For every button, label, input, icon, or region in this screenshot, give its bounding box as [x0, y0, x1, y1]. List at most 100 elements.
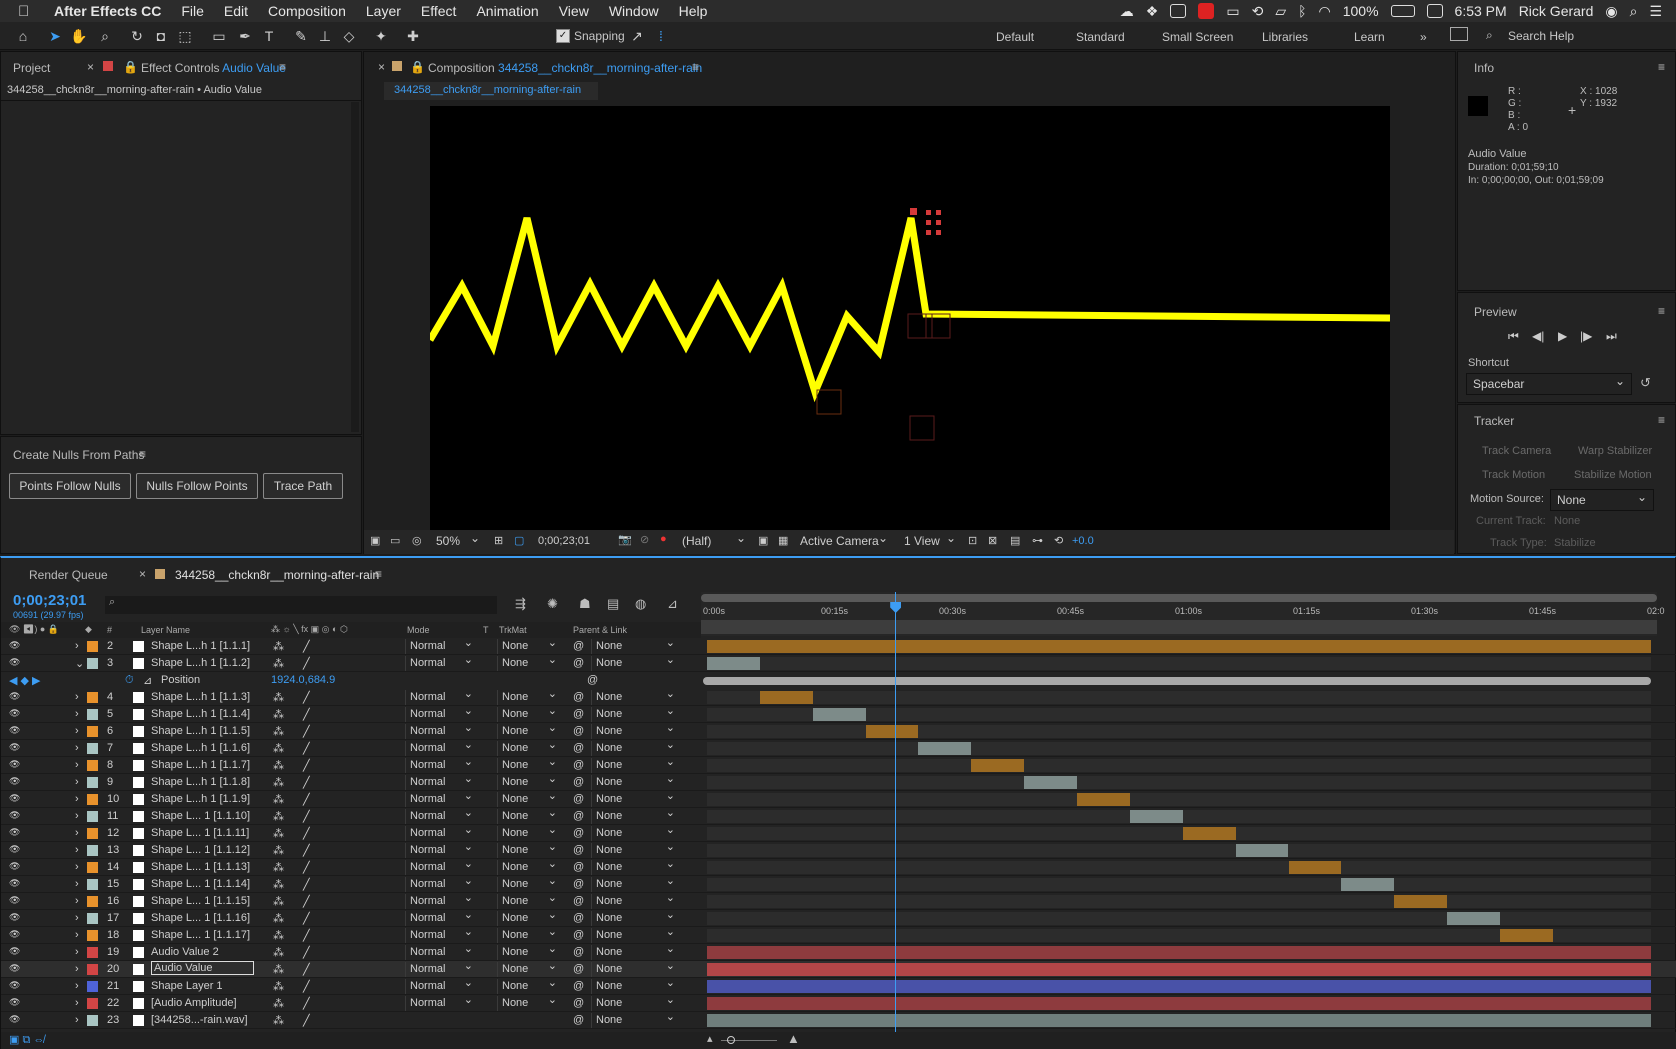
mode-select[interactable]: Normal — [405, 772, 477, 790]
first-frame-icon[interactable]: ⏮ — [1508, 329, 1519, 344]
expand-twirl-icon[interactable]: › — [75, 640, 79, 652]
expand-twirl-icon[interactable]: › — [75, 742, 79, 754]
av-features-icon[interactable]: 👁 ◀) ● 🔒 — [9, 624, 59, 635]
label-color[interactable] — [87, 964, 98, 975]
table-row[interactable]: 👁 › 22 [Audio Amplitude] ⁂ ╱ Normal None @ None — [1, 993, 1676, 1012]
panel-menu-icon[interactable]: ≡ — [375, 567, 382, 581]
pan-behind-tool-icon[interactable]: ⬚ — [176, 27, 194, 45]
trkmat-select[interactable]: None — [497, 687, 561, 705]
time-ruler[interactable]: 0:00s 00:15s 00:30s 00:45s 01:00s 01:15s 01:30… — [701, 592, 1665, 636]
home-icon[interactable]: ⌂ — [14, 27, 32, 45]
quality-switch-icon[interactable]: ╱ — [303, 759, 310, 772]
layer-name[interactable]: Shape Layer 1 — [151, 980, 223, 992]
shy-switch-icon[interactable]: ⁂ — [273, 742, 284, 755]
parent-pickwhip-icon[interactable]: @ — [573, 1014, 584, 1026]
parent-select[interactable]: None — [591, 806, 679, 824]
eye-icon[interactable]: 👁 — [9, 742, 21, 754]
trkmat-select[interactable]: None — [497, 755, 561, 773]
draft-3d-icon[interactable]: ✺ — [547, 596, 558, 612]
label-color[interactable] — [87, 879, 98, 890]
eye-icon[interactable]: 👁 — [9, 691, 21, 703]
null-box[interactable] — [909, 415, 935, 441]
layer-name[interactable]: Shape L...h 1 [1.1.7] — [151, 759, 250, 771]
shy-switch-icon[interactable]: ⁂ — [273, 929, 284, 942]
nulls-follow-points-button[interactable]: Nulls Follow Points — [136, 473, 258, 499]
parent-pickwhip-icon[interactable]: @ — [573, 946, 584, 958]
close-tab-icon[interactable]: × — [139, 567, 146, 581]
snap-feather-icon[interactable]: ⁞ — [652, 27, 670, 45]
reset-icon[interactable]: ↺ — [1640, 375, 1651, 391]
quality-switch-icon[interactable]: ╱ — [303, 912, 310, 925]
label-color[interactable] — [87, 862, 98, 873]
layer-name[interactable]: Shape L... 1 [1.1.11] — [151, 827, 249, 839]
mode-select[interactable]: Normal — [405, 891, 477, 909]
label-color[interactable] — [87, 692, 98, 703]
layer-duration-bar[interactable] — [865, 725, 919, 738]
layer-name[interactable]: Shape L... 1 [1.1.10] — [151, 810, 250, 822]
quality-switch-icon[interactable]: ╱ — [303, 742, 310, 755]
label-color[interactable] — [87, 845, 98, 856]
table-row[interactable]: 👁 › 19 Audio Value 2 ⁂ ╱ Normal None @ None — [1, 942, 1676, 961]
parent-select[interactable]: None — [591, 976, 679, 994]
roto-brush-tool-icon[interactable]: ✦ — [372, 27, 390, 45]
parent-pickwhip-icon[interactable]: @ — [573, 980, 584, 992]
layer-duration-bar[interactable] — [1182, 827, 1236, 840]
eye-icon[interactable]: 👁 — [9, 895, 21, 907]
exposure-value[interactable]: +0.0 — [1072, 535, 1094, 547]
table-row[interactable]: 👁 ⌄ 3 Shape L...h 1 [1.1.2] ⁂ ╱ Normal None @ Non… — [1, 653, 1676, 672]
label-color[interactable] — [87, 709, 98, 720]
layer-duration-bar[interactable] — [971, 759, 1025, 772]
bluetooth-icon[interactable]: ᛒ — [1298, 3, 1306, 19]
shy-switch-icon[interactable]: ⁂ — [273, 963, 284, 976]
points-follow-nulls-button[interactable]: Points Follow Nulls — [9, 473, 131, 499]
null-box[interactable] — [816, 389, 842, 415]
layer-duration-bar[interactable] — [1235, 844, 1289, 857]
path-handle[interactable] — [926, 220, 931, 225]
mode-select[interactable]: Normal — [405, 823, 477, 841]
switches-icon[interactable]: ⁂ ☼ ╲ fx ▣ ◎ ◐ ⬡ — [271, 624, 348, 635]
tab-project[interactable]: Project — [13, 61, 50, 75]
magnification-select[interactable]: 50% — [430, 528, 486, 553]
parent-select[interactable]: None — [591, 823, 679, 841]
label-color[interactable] — [87, 777, 98, 788]
panel-menu-icon[interactable]: ≡ — [279, 60, 286, 74]
expand-twirl-icon[interactable]: › — [75, 776, 79, 788]
menu-window[interactable]: Window — [609, 3, 659, 19]
tab-composition[interactable]: Composition 344258__chckn8r__morning-aft… — [428, 61, 702, 75]
mode-select[interactable]: Normal — [405, 874, 477, 892]
toggle-transparency-icon[interactable]: ▦ — [778, 534, 788, 547]
quality-switch-icon[interactable]: ╱ — [303, 827, 310, 840]
calendar-icon[interactable] — [1426, 4, 1443, 18]
parent-select[interactable]: None — [591, 636, 679, 654]
path-handle[interactable] — [936, 220, 941, 225]
keyframe-nav-icon[interactable]: ◀ ◆ ▶ — [9, 674, 41, 687]
parent-select[interactable]: None — [591, 908, 679, 926]
layer-duration-bar[interactable] — [812, 708, 866, 721]
eye-icon[interactable]: 👁 — [9, 1014, 21, 1026]
shy-switch-icon[interactable]: ⁂ — [273, 980, 284, 993]
track-motion-button[interactable]: Track Motion — [1482, 469, 1545, 481]
parent-pickwhip-icon[interactable]: @ — [573, 997, 584, 1009]
clock[interactable]: 6:53 PM — [1455, 3, 1507, 19]
camera-select[interactable]: Active Camera — [794, 528, 894, 553]
app-name[interactable]: After Effects CC — [54, 3, 161, 19]
spotlight-search-icon[interactable]: ⌕ — [1630, 3, 1638, 20]
tab-effect-controls[interactable]: Effect Controls Audio Value — [141, 61, 286, 75]
quality-switch-icon[interactable]: ╱ — [303, 929, 310, 942]
mode-select[interactable]: Normal — [405, 653, 477, 671]
eye-icon[interactable]: 👁 — [9, 929, 21, 941]
layer-name[interactable]: Shape L... 1 [1.1.12] — [151, 844, 250, 856]
parent-pickwhip-icon[interactable]: @ — [573, 810, 584, 822]
parent-pickwhip-icon[interactable]: @ — [573, 759, 584, 771]
menu-view[interactable]: View — [559, 3, 589, 19]
viewer-timecode[interactable]: 0;00;23;01 — [538, 535, 590, 547]
layer-duration-bar[interactable] — [707, 980, 1651, 993]
last-frame-icon[interactable]: ⏭ — [1606, 329, 1617, 344]
resolution-select[interactable]: (Half) — [676, 528, 752, 553]
panel-menu-icon[interactable]: ≡ — [692, 60, 699, 74]
pixel-aspect-icon[interactable]: ⊡ — [968, 534, 977, 547]
shy-switch-icon[interactable]: ⁂ — [273, 691, 284, 704]
track-type-value[interactable]: Stabilize — [1554, 537, 1596, 549]
parent-select[interactable]: None — [591, 959, 679, 977]
flowchart-icon[interactable]: ⊶ — [1032, 534, 1043, 547]
